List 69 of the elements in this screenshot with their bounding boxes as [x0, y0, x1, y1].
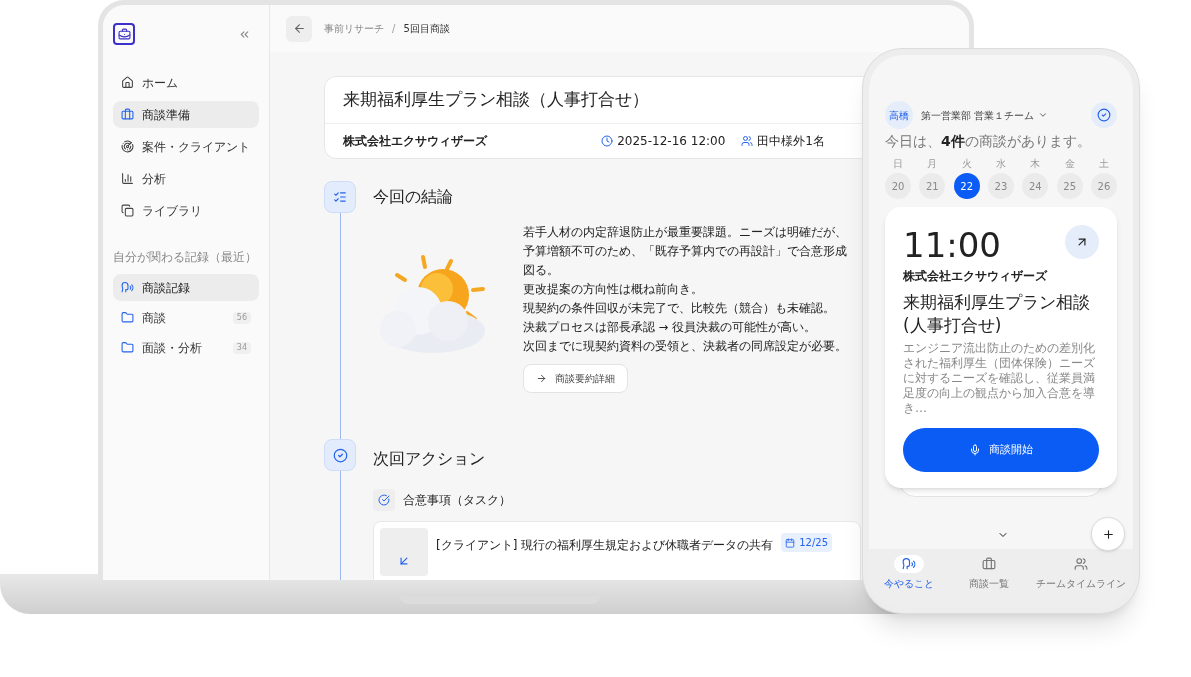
- attendees: 田中様外1名: [757, 133, 825, 150]
- subheading: 合意事項（タスク）: [403, 492, 511, 509]
- breadcrumb-link[interactable]: 事前リサーチ: [324, 21, 384, 36]
- sidebar-item[interactable]: 商談 56: [113, 304, 259, 331]
- briefcase-icon: [121, 108, 134, 121]
- summary-detail-button[interactable]: 商談要約詳細: [523, 364, 628, 393]
- date-button[interactable]: 22: [953, 173, 980, 199]
- task-text: [クライアント] 現行の福利厚生規定および休職者データの共有: [436, 537, 774, 554]
- count-badge: 56: [232, 311, 251, 324]
- sidebar-item[interactable]: 分析: [113, 165, 259, 192]
- speaking-person-icon: [121, 281, 134, 294]
- microphone-icon: [969, 444, 981, 456]
- calendar-icon: [785, 537, 796, 548]
- greeting-text: 今日は、4件の商談があります。: [885, 132, 1092, 151]
- section-heading: 今回の結論: [373, 186, 453, 208]
- nav-tab[interactable]: 商談一覧: [949, 555, 1029, 599]
- back-button[interactable]: [286, 15, 312, 42]
- meeting-description: エンジニア流出防止のための差別化された福利厚生（団体保険）ニーズに対するニーズを確認し、従業員満足度の向上の観点から加入合意を導き…: [903, 341, 1096, 416]
- company-name: 株式会社エクサウィザーズ: [343, 133, 489, 150]
- nav-tab[interactable]: チームタイムライン: [1029, 555, 1133, 599]
- meeting-card[interactable]: 11:00 株式会社エクサウィザーズ 来期福利厚生プラン相談(人事打合せ) エンジニア流出防止のための差別化された福利厚生（団体保険）ニーズに対するニーズを確認し、従業員満足度の向上の観点から加入合意を導き… 商談開始: [885, 207, 1117, 488]
- plus-icon: [1101, 527, 1115, 541]
- app-logo-icon: [113, 23, 135, 45]
- count-badge: 34: [232, 341, 251, 354]
- section-title: 自分が関わる記録（最近）: [113, 249, 258, 266]
- radar-icon: [121, 140, 134, 153]
- checklist-icon: [324, 181, 356, 213]
- section-heading: 次回アクション: [373, 448, 485, 470]
- arrow-up-right-icon[interactable]: [1065, 225, 1099, 259]
- meeting-datetime: 2025-12-16 12:00: [617, 133, 726, 150]
- meeting-title: 来期福利厚生プラン相談(人事打合せ): [903, 291, 1091, 337]
- sidebar-item[interactable]: 商談記録: [113, 274, 259, 301]
- arrow-down-left-icon: [380, 528, 428, 576]
- nav-tab[interactable]: 今やること: [869, 555, 949, 599]
- briefcase-icon: [982, 557, 996, 571]
- conclusion-text: 若手人材の内定辞退防止が最重要課題。ニーズは明確だが、 予算増額不可のため、「既存予算内での再設計」で合意形成 図る。 更改提案の方向性は概ね前向き。 現契約の条件回収が未完了で、比較先（競合）も未確認。 決裁プロセスは部長承認 → 役員決裁の可能性が高い。 次回までに現契約資料の受領と、決裁者の同席設定が必要。: [523, 224, 847, 355]
- user-avatar[interactable]: 高橋: [885, 101, 913, 129]
- weekday-label: 火: [961, 157, 972, 171]
- home-icon: [121, 76, 134, 89]
- team-selector[interactable]: 第一営業部 営業１チーム: [921, 107, 1049, 123]
- weekday-label: 水: [996, 157, 1006, 171]
- stacked-pages-icon: [121, 204, 134, 217]
- task-card[interactable]: [クライアント] 現行の福利厚生規定および休職者データの共有 12/25: [373, 521, 861, 580]
- sidebar-item[interactable]: 案件・クライアント: [113, 133, 259, 160]
- sidebar-item[interactable]: ライブラリ: [113, 197, 259, 224]
- arrow-right-icon: [536, 373, 547, 384]
- clock-icon: [601, 135, 614, 147]
- due-date-tag: 12/25: [781, 533, 832, 552]
- breadcrumb-link[interactable]: 5回目商談: [403, 21, 450, 36]
- users-icon: [741, 135, 754, 147]
- speaking-person-icon: [902, 557, 916, 571]
- folder-icon: [121, 311, 134, 324]
- users-icon: [1074, 557, 1088, 571]
- folder-icon: [121, 341, 134, 354]
- company-name: 株式会社エクサウィザーズ: [903, 268, 1049, 285]
- weekday-label: 日: [893, 157, 903, 171]
- weekday-label: 土: [1098, 157, 1109, 171]
- meeting-time: 11:00: [903, 225, 1001, 265]
- breadcrumb-separator: /: [392, 22, 396, 36]
- weekday-label: 木: [1030, 157, 1041, 171]
- bar-chart-icon: [121, 172, 134, 185]
- sidebar-item[interactable]: ホーム: [113, 69, 259, 96]
- weekday-label: 金: [1064, 157, 1075, 171]
- start-meeting-button[interactable]: 商談開始: [903, 428, 1099, 472]
- sidebar-item[interactable]: 商談準備: [113, 101, 259, 128]
- back-arrow-icon: [292, 22, 306, 35]
- weekday-label: 月: [927, 157, 938, 171]
- chevron-down-icon: [1038, 110, 1049, 120]
- sidebar-item[interactable]: 面談・分析 34: [113, 334, 259, 361]
